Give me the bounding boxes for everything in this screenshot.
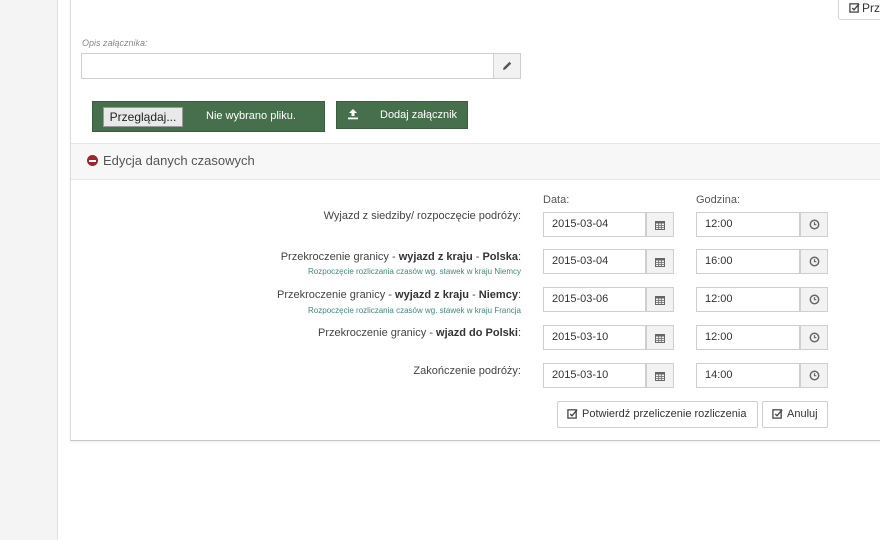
clock-icon xyxy=(809,370,819,381)
calendar-button-border-1[interactable] xyxy=(646,249,674,274)
pencil-icon xyxy=(503,61,512,70)
calendar-icon xyxy=(655,371,665,381)
time-column-header: Godzina: xyxy=(696,194,741,206)
time-section-title: Edycja danych czasowych xyxy=(103,153,255,168)
check-square-icon xyxy=(772,409,783,419)
date-field-return[interactable]: 2015-03-10 xyxy=(543,325,646,350)
calendar-button-end[interactable] xyxy=(646,363,674,388)
clock-icon xyxy=(809,256,819,267)
calendar-icon xyxy=(655,257,665,267)
date-field-border-1[interactable]: 2015-03-04 xyxy=(543,249,646,274)
left-gutter xyxy=(0,0,58,540)
clock-button-border-1[interactable] xyxy=(800,249,828,274)
date-field-border-2[interactable]: 2015-03-06 xyxy=(543,287,646,312)
row-label-border-2: Przekroczenie granicy - wyjazd z kraju -… xyxy=(277,289,521,301)
time-field-return[interactable]: 12:00 xyxy=(696,325,800,350)
browse-button[interactable]: Przeglądaj... xyxy=(103,107,183,127)
row-sub-border-2: Rozpoczęcie rozliczania czasów wg. stawe… xyxy=(308,306,521,315)
attachment-description-label: Opis załącznika: xyxy=(82,38,148,48)
attachment-description-edit-button[interactable] xyxy=(493,53,521,79)
minus-circle-icon[interactable] xyxy=(87,155,98,166)
attachment-description-input[interactable] xyxy=(81,53,494,79)
clock-button-border-2[interactable] xyxy=(800,287,828,312)
date-field-end[interactable]: 2015-03-10 xyxy=(543,363,646,388)
time-field-border-2[interactable]: 12:00 xyxy=(696,287,800,312)
clock-button-departure[interactable] xyxy=(800,212,828,237)
clock-icon xyxy=(809,219,819,230)
row-label-departure: Wyjazd z siedziby/ rozpoczęcie podróży: xyxy=(323,210,521,222)
cancel-button[interactable]: Anuluj xyxy=(762,401,828,428)
date-column-header: Data: xyxy=(543,194,570,206)
confirm-recalculation-label: Potwierdź przeliczenie rozliczenia xyxy=(582,408,747,420)
calendar-icon xyxy=(655,220,665,230)
row-label-return: Przekroczenie granicy - wjazd do Polski: xyxy=(318,327,521,339)
no-file-text: Nie wybrano pliku. xyxy=(206,110,296,122)
clock-button-return[interactable] xyxy=(800,325,828,350)
upload-icon xyxy=(347,108,359,123)
row-sub-border-1: Rozpoczęcie rozliczania czasów wg. stawe… xyxy=(308,267,521,276)
confirm-recalculation-button[interactable]: Potwierdź przeliczenie rozliczenia xyxy=(557,401,758,428)
date-field-departure[interactable]: 2015-03-04 xyxy=(543,212,646,237)
time-field-end[interactable]: 14:00 xyxy=(696,363,800,388)
calendar-button-return[interactable] xyxy=(646,325,674,350)
row-label-border-1: Przekroczenie granicy - wyjazd z kraju -… xyxy=(280,251,521,263)
calendar-button-border-2[interactable] xyxy=(646,287,674,312)
row-label-end: Zakończenie podróży: xyxy=(413,365,521,377)
time-field-departure[interactable]: 12:00 xyxy=(696,212,800,237)
clock-icon xyxy=(809,294,819,305)
clock-icon xyxy=(809,332,819,343)
calendar-icon xyxy=(655,295,665,305)
clock-button-end[interactable] xyxy=(800,363,828,388)
add-attachment-label: Dodaj załącznik xyxy=(380,109,458,121)
calendar-button-departure[interactable] xyxy=(646,212,674,237)
time-field-border-1[interactable]: 16:00 xyxy=(696,249,800,274)
calendar-icon xyxy=(655,333,665,343)
add-attachment-button[interactable]: Dodaj załącznik xyxy=(336,101,468,129)
check-square-icon xyxy=(567,409,578,419)
cancel-label: Anuluj xyxy=(787,408,818,420)
